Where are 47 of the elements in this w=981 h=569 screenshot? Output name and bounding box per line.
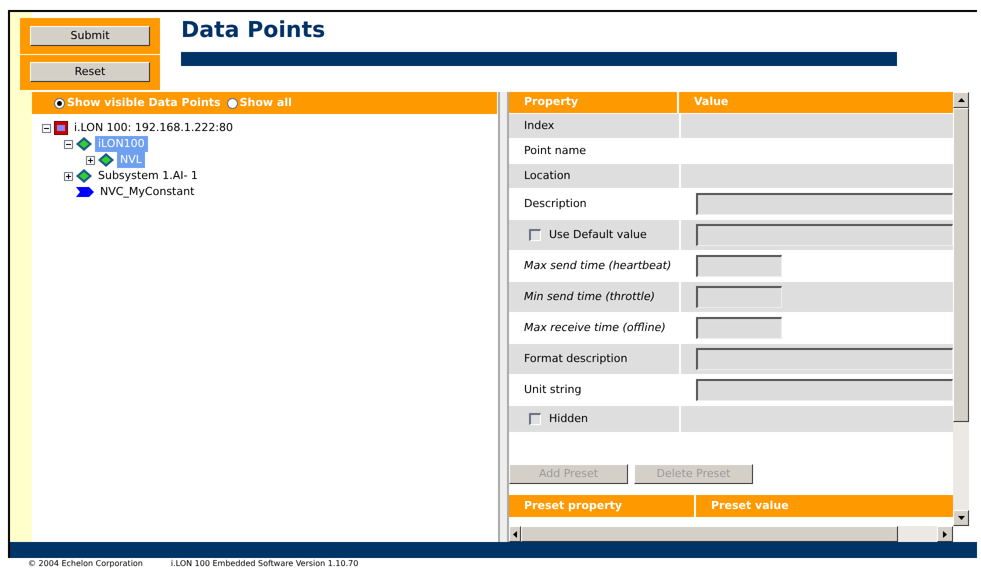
chip-icon (76, 169, 92, 183)
submit-button[interactable]: Submit (30, 26, 150, 46)
radio-label[interactable]: Show visible Data Points (67, 94, 221, 112)
scroll-thumb[interactable] (953, 108, 969, 422)
tree-item[interactable]: NVL (117, 152, 145, 168)
tree-item[interactable]: i.LON 100: 192.168.1.222:80 (71, 120, 236, 136)
property-label: Max send time (heartbeat) (524, 258, 672, 274)
tree-item[interactable]: NVC_MyConstant (97, 184, 198, 200)
property-label: Location (524, 168, 571, 184)
copyright-text: © 2004 Echelon Corporation (28, 559, 143, 569)
vertical-scrollbar[interactable] (953, 92, 969, 526)
property-label: Index (524, 118, 554, 134)
property-label: Hidden (549, 410, 588, 427)
scroll-thumb[interactable] (521, 526, 898, 542)
horizontal-scrollbar[interactable] (509, 526, 953, 542)
device-icon (54, 121, 68, 135)
expand-toggle[interactable] (86, 156, 95, 164)
chip-icon (76, 137, 92, 151)
radio-button[interactable] (54, 98, 65, 108)
page-title: Data Points (181, 20, 326, 42)
tree-item[interactable]: iLON100 (95, 136, 148, 152)
expand-toggle[interactable] (64, 172, 73, 180)
datapoint-icon (76, 187, 94, 197)
scroll-left-icon[interactable] (509, 526, 521, 542)
radio-button[interactable] (226, 98, 238, 108)
reset-button[interactable]: Reset (30, 62, 150, 82)
column-header: Preset property (509, 495, 696, 517)
property-label: Point name (524, 142, 586, 159)
property-label: Min send time (throttle) (524, 288, 655, 305)
checkbox[interactable] (529, 413, 541, 425)
property-label: Unit string (524, 382, 582, 398)
property-label: Max receive time (offline) (524, 320, 666, 336)
version-text: i.LON 100 Embedded Software Version 1.10.70 (170, 559, 358, 569)
property-label: Description (524, 196, 587, 212)
scroll-right-icon[interactable] (937, 526, 953, 542)
property-label: Use Default value (549, 226, 647, 243)
scroll-up-icon[interactable] (953, 92, 969, 108)
scroll-down-icon[interactable] (953, 510, 969, 526)
column-header: Value (693, 94, 728, 110)
checkbox[interactable] (529, 229, 541, 241)
property-label: Format description (524, 350, 628, 367)
chip-icon (98, 153, 114, 167)
collapse-toggle[interactable] (42, 124, 51, 132)
column-header: Preset value (710, 498, 789, 514)
radio-label[interactable]: Show all (240, 94, 292, 112)
tree-item[interactable]: Subsystem 1.AI- 1 (95, 168, 201, 184)
collapse-toggle[interactable] (64, 140, 73, 148)
